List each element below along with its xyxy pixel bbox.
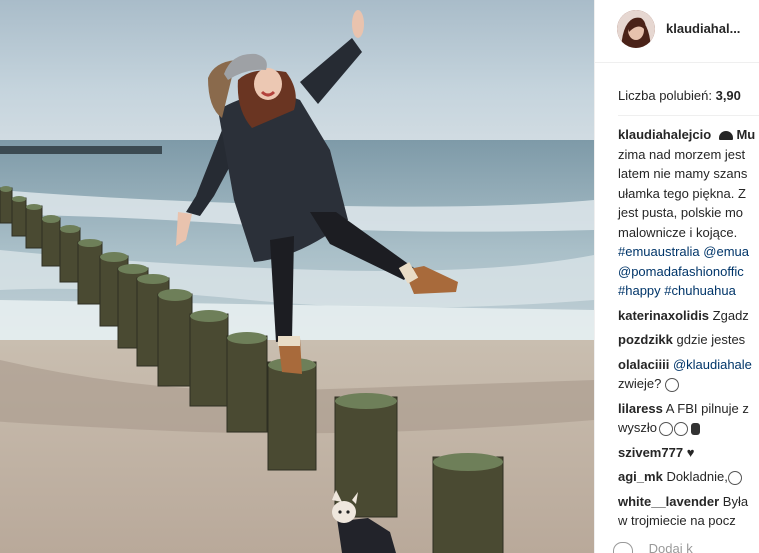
comment-username[interactable]: katerinaxolidis — [618, 308, 709, 323]
likes-row: Liczba polubień: 3,90 — [618, 88, 741, 103]
caption-hashtags[interactable]: #happy #chuhuahua — [618, 281, 759, 301]
beach-photo-illustration — [0, 0, 594, 553]
laughing-emoji-icon — [659, 421, 674, 436]
comment-username[interactable]: lilaress — [618, 401, 663, 416]
username-link[interactable]: klaudiahal... — [666, 21, 740, 36]
comment-text: Dokladnie, — [666, 469, 728, 484]
post-photo[interactable] — [0, 0, 594, 553]
caption-username[interactable]: klaudiahalejcio — [618, 127, 711, 142]
comment: katerinaxolidis Zgadz — [618, 306, 759, 326]
comment-username[interactable]: pozdzikk — [618, 332, 673, 347]
comments-list: klaudiahalejcio Mu zima nad morzem jest … — [618, 125, 759, 533]
comment-text: Zgadz — [712, 307, 749, 323]
caption-line: jest pusta, polskie mo — [618, 205, 744, 220]
heart-emoji-icon: ♥ — [686, 444, 695, 460]
comment: olalaciiii @klaudiahale zwieje? — [618, 355, 759, 394]
comment: lilaress A FBI pilnuje z wyszło — [618, 399, 759, 438]
comment-text-line2: wyszło — [618, 420, 658, 435]
heart-icon[interactable] — [613, 541, 633, 553]
comment-text[interactable]: @klaudiahale — [673, 357, 752, 372]
caption-line: ułamka tego piękna. Z — [618, 185, 746, 201]
comment-text: gdzie jestes — [676, 332, 746, 347]
comment-text-line2: zwieje? — [618, 376, 662, 391]
smile-emoji-icon — [664, 377, 679, 392]
caption-hashtags[interactable]: #emuaustralia @emua — [618, 242, 759, 262]
post-sidebar: klaudiahal... Liczba polubień: 3,90 klau… — [595, 0, 759, 553]
add-comment-input[interactable]: Dodaj k — [649, 541, 693, 553]
comment: szivem777 ♥ — [618, 443, 759, 463]
hand-emoji-icon — [691, 422, 701, 435]
comment-username[interactable]: agi_mk — [618, 469, 663, 484]
caption-line: malownicze i kojące. — [618, 224, 738, 240]
comment-text: Była — [722, 493, 749, 509]
kiss-emoji-icon — [674, 421, 689, 436]
post-header: klaudiahal... — [595, 0, 759, 63]
likes-count[interactable]: 3,90 — [716, 88, 741, 103]
comment: pozdzikk gdzie jestes — [618, 330, 759, 350]
hat-icon — [718, 131, 733, 141]
caption-line: zima nad morzem jest — [618, 146, 746, 162]
comment-username[interactable]: olalaciiii — [618, 357, 669, 372]
smile-emoji-icon — [727, 470, 742, 485]
likes-label: Liczba polubień: — [618, 88, 712, 103]
comment-text: A FBI pilnuje z — [665, 400, 749, 416]
comment: agi_mk Dokladnie, — [618, 467, 759, 487]
caption: klaudiahalejcio Mu zima nad morzem jest … — [618, 125, 759, 301]
comment-username[interactable]: szivem777 — [618, 445, 683, 460]
likes-divider — [618, 115, 759, 116]
avatar[interactable] — [617, 10, 655, 48]
comment: white__lavender Była w trojmiecie na poc… — [618, 492, 759, 531]
action-bar: Dodaj k — [613, 541, 693, 553]
comment-text-line2: w trojmiecie na pocz — [618, 513, 736, 528]
caption-mentions[interactable]: @pomadafashionoffic — [618, 262, 759, 282]
caption-line: latem nie mamy szans — [618, 166, 748, 181]
comment-username[interactable]: white__lavender — [618, 494, 719, 509]
